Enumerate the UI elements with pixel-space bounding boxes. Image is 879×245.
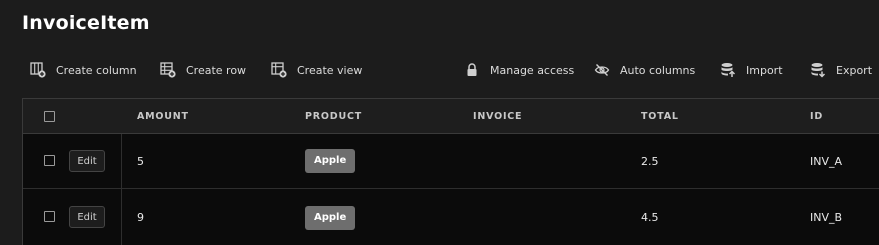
row-checkbox[interactable] (44, 155, 55, 166)
export-label: Export (836, 63, 873, 77)
export-button[interactable]: Export (810, 58, 872, 82)
column-header-invoice[interactable]: INVOICE (473, 99, 522, 134)
auto-columns-label: Auto columns (620, 63, 696, 77)
cell-amount[interactable]: 5 (137, 134, 144, 188)
create-view-icon (271, 62, 287, 78)
eye-off-icon (594, 64, 610, 76)
table-row: Edit 5 Apple 2.5 INV_A (23, 134, 879, 189)
select-all-checkbox[interactable] (44, 111, 55, 122)
product-tag[interactable]: Apple (305, 149, 356, 173)
row-checkbox[interactable] (44, 211, 55, 222)
toolbar: Create column Create row Create view Man… (0, 58, 879, 82)
create-column-icon (30, 62, 46, 78)
manage-access-label: Manage access (490, 63, 575, 77)
cell-total[interactable]: 4.5 (641, 189, 659, 245)
create-row-label: Create row (186, 63, 247, 77)
table-header-row: AMOUNT PRODUCT INVOICE TOTAL ID (23, 99, 879, 134)
create-column-button[interactable]: Create column (30, 58, 137, 82)
edit-row-button[interactable]: Edit (69, 206, 105, 228)
create-view-label: Create view (297, 63, 363, 77)
cell-id[interactable]: INV_A (810, 134, 842, 188)
row-divider (121, 134, 122, 188)
row-divider (121, 189, 122, 245)
edit-row-button[interactable]: Edit (69, 150, 105, 172)
column-header-id[interactable]: ID (810, 99, 823, 134)
cell-id[interactable]: INV_B (810, 189, 842, 245)
column-header-product[interactable]: PRODUCT (305, 99, 362, 134)
import-icon (721, 63, 736, 77)
auto-columns-button[interactable]: Auto columns (594, 58, 695, 82)
column-header-total[interactable]: TOTAL (641, 99, 679, 134)
product-tag[interactable]: Apple (305, 205, 356, 230)
page-title: InvoiceItem (22, 12, 150, 34)
column-header-amount[interactable]: AMOUNT (137, 99, 189, 134)
create-row-icon (160, 62, 176, 78)
create-column-label: Create column (56, 63, 137, 77)
create-row-button[interactable]: Create row (160, 58, 246, 82)
create-view-button[interactable]: Create view (271, 58, 362, 82)
export-icon (811, 63, 826, 78)
cell-total[interactable]: 2.5 (641, 134, 659, 188)
table-row: Edit 9 Apple 4.5 INV_B (23, 189, 879, 245)
import-label: Import (746, 63, 783, 77)
import-button[interactable]: Import (720, 58, 783, 82)
manage-access-button[interactable]: Manage access (464, 58, 574, 82)
data-table: AMOUNT PRODUCT INVOICE TOTAL ID Edit 5 A… (22, 98, 879, 245)
cell-product[interactable]: Apple (305, 134, 356, 188)
lock-icon (467, 63, 477, 76)
page: InvoiceItem Create column Create row Cre… (0, 0, 879, 245)
cell-amount[interactable]: 9 (137, 189, 144, 245)
cell-product[interactable]: Apple (305, 189, 356, 245)
